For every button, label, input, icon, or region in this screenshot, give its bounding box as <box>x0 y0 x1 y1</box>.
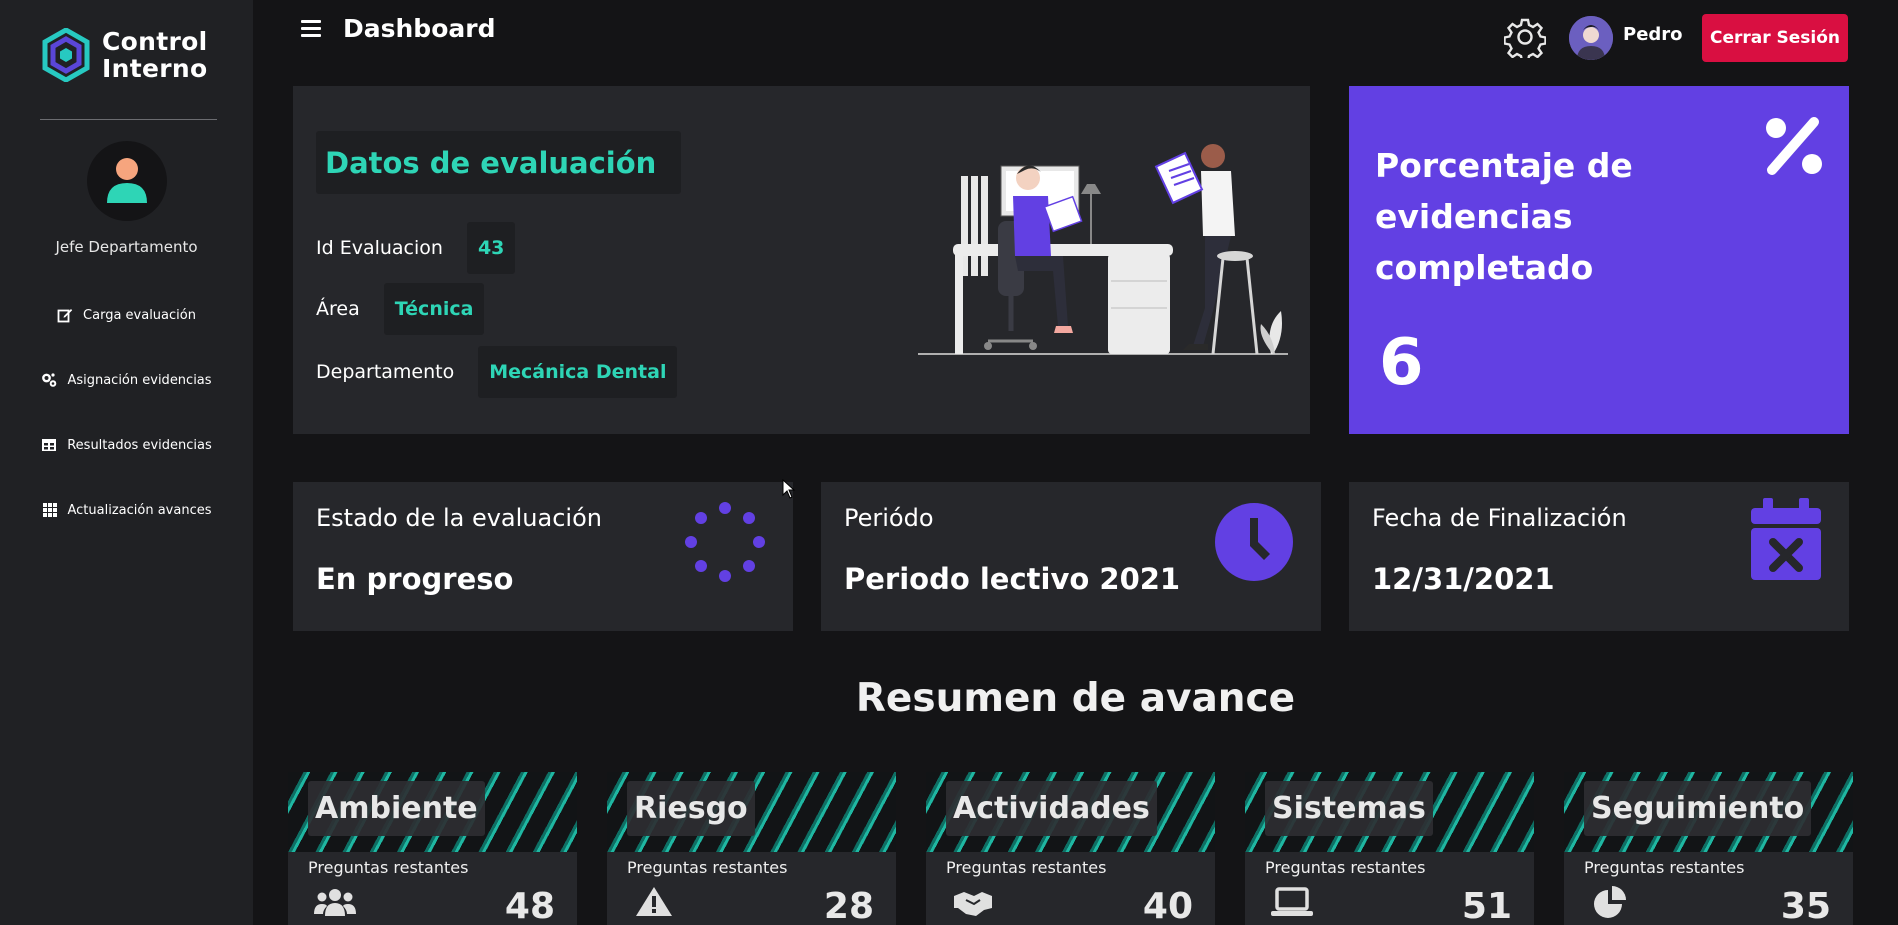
logo-icon <box>42 28 90 82</box>
clock-icon <box>1215 503 1293 581</box>
gear-icon <box>1503 18 1547 63</box>
evaluation-title-box: Datos de evaluación <box>316 131 681 194</box>
warning-icon <box>636 887 672 916</box>
period-label: Periódo <box>844 504 934 532</box>
end-date-card: Fecha de Finalización 12/31/2021 <box>1349 482 1849 631</box>
summary-card-name: Ambiente <box>308 781 485 836</box>
summary-card-subtitle: Preguntas restantes <box>308 858 469 877</box>
summary-card-name: Riesgo <box>627 781 755 836</box>
mouse-cursor-icon <box>782 479 796 499</box>
profile-avatar <box>87 141 167 221</box>
sidebar-item-label: Resultados evidencias <box>67 437 212 453</box>
summary-card-ambiente[interactable]: Ambiente Preguntas restantes 48 <box>288 772 577 925</box>
evaluation-area-value: Técnica <box>383 283 485 335</box>
percentage-value: 6 <box>1379 326 1424 400</box>
sidebar-item-resultados-evidencias[interactable]: Resultados evidencias <box>0 430 253 460</box>
calendar-x-icon <box>1751 498 1821 580</box>
evaluation-card: Datos de evaluación Id Evaluacion 43 Áre… <box>293 86 1310 434</box>
evaluation-department-row: Departamento Mecánica Dental <box>316 346 678 398</box>
percentage-card: Porcentaje de evidencias completado 6 <box>1349 86 1849 434</box>
cogs-icon <box>41 372 57 388</box>
summary-title: Resumen de avance <box>855 676 1296 721</box>
sidebar: Control Interno Jefe Departamento Carga … <box>0 0 253 925</box>
evaluation-department-label: Departamento <box>316 361 455 383</box>
settings-button[interactable] <box>1503 16 1547 63</box>
role-label: Jefe Departamento <box>55 238 198 256</box>
user-avatar[interactable] <box>1569 16 1613 60</box>
pie-chart-icon <box>1594 886 1626 918</box>
users-icon <box>314 889 356 916</box>
summary-card-count: 28 <box>823 886 874 925</box>
status-card: Estado de la evaluación En progreso <box>293 482 793 631</box>
user-icon <box>107 158 147 203</box>
evaluation-title: Datos de evaluación <box>325 145 657 180</box>
summary-card-sistemas[interactable]: Sistemas Preguntas restantes 51 <box>1245 772 1534 925</box>
summary-card-riesgo[interactable]: Riesgo Preguntas restantes 28 <box>607 772 896 925</box>
status-value: En progreso <box>316 562 514 596</box>
summary-card-subtitle: Preguntas restantes <box>946 858 1107 877</box>
spinner-icon <box>685 502 765 582</box>
summary-card-subtitle: Preguntas restantes <box>1265 858 1426 877</box>
user-name[interactable]: Pedro <box>1623 24 1683 45</box>
laptop-icon <box>1271 887 1313 916</box>
table-icon <box>41 437 57 453</box>
summary-card-name: Seguimiento <box>1584 781 1812 836</box>
page-title: Dashboard <box>343 14 496 43</box>
end-date-label: Fecha de Finalización <box>1372 504 1627 532</box>
edit-icon <box>57 307 73 323</box>
user-avatar-icon <box>1569 16 1613 60</box>
status-label: Estado de la evaluación <box>316 504 602 532</box>
app-logo[interactable]: Control Interno <box>42 28 207 82</box>
sidebar-item-label: Asignación evidencias <box>67 372 212 388</box>
sidebar-divider <box>40 119 217 120</box>
end-date-value: 12/31/2021 <box>1372 562 1555 596</box>
summary-card-name: Actividades <box>946 781 1157 836</box>
logo-text-line1: Control <box>102 27 208 56</box>
evaluation-id-row: Id Evaluacion 43 <box>316 222 516 274</box>
percent-icon <box>1766 117 1822 175</box>
evaluation-id-label: Id Evaluacion <box>316 237 443 259</box>
sidebar-item-actualizacion-avances[interactable]: Actualización avances <box>0 495 253 525</box>
logo-text-line2: Interno <box>102 54 208 83</box>
summary-card-count: 48 <box>504 886 555 925</box>
summary-card-actividades[interactable]: Actividades Preguntas restantes 40 <box>926 772 1215 925</box>
handshake-icon <box>954 892 992 916</box>
evaluation-id-value: 43 <box>466 222 516 274</box>
summary-card-name: Sistemas <box>1265 781 1433 836</box>
percentage-title: Porcentaje de evidencias completado <box>1375 146 1633 287</box>
hamburger-icon <box>301 20 321 23</box>
logo-text: Control Interno <box>102 28 207 82</box>
period-card: Periódo Periodo lectivo 2021 <box>821 482 1321 631</box>
summary-card-subtitle: Preguntas restantes <box>627 858 788 877</box>
summary-card-count: 40 <box>1142 886 1193 925</box>
period-value: Periodo lectivo 2021 <box>844 562 1181 596</box>
logout-button[interactable]: Cerrar Sesión <box>1702 14 1848 62</box>
summary-card-subtitle: Preguntas restantes <box>1584 858 1745 877</box>
sidebar-item-label: Carga evaluación <box>83 307 196 323</box>
summary-card-count: 35 <box>1780 886 1831 925</box>
summary-card-seguimiento[interactable]: Seguimiento Preguntas restantes 35 <box>1564 772 1853 925</box>
evaluation-area-label: Área <box>316 298 360 320</box>
office-illustration <box>918 144 1288 355</box>
summary-card-count: 51 <box>1461 886 1512 925</box>
sidebar-item-carga-evaluacion[interactable]: Carga evaluación <box>0 300 253 330</box>
evaluation-area-row: Área Técnica <box>316 283 485 335</box>
menu-toggle-button[interactable] <box>301 20 321 38</box>
sidebar-item-label: Actualización avances <box>67 502 212 518</box>
evaluation-department-value: Mecánica Dental <box>478 346 678 398</box>
sidebar-item-asignacion-evidencias[interactable]: Asignación evidencias <box>0 365 253 395</box>
grid-icon <box>42 502 58 518</box>
